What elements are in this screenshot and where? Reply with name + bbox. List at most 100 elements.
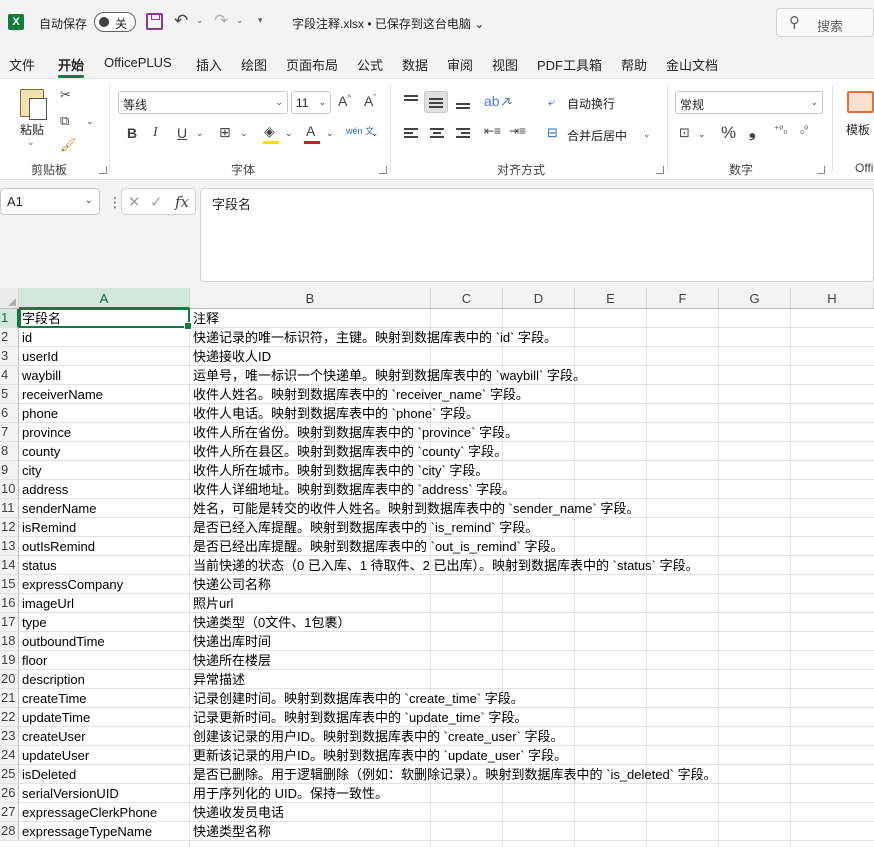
row-header[interactable]: 20 xyxy=(0,670,19,689)
borders-icon[interactable]: ⊞ xyxy=(219,124,231,141)
document-title[interactable]: 字段注释.xlsx • 已保存到这台电脑 ⌄ xyxy=(292,15,484,32)
cell-a11[interactable]: senderName xyxy=(19,499,96,518)
align-right-icon[interactable] xyxy=(456,128,470,140)
increase-decimal-icon[interactable]: ⁺⁰₀ xyxy=(774,125,787,136)
tab-view[interactable]: 视图 xyxy=(492,55,518,74)
row-header[interactable]: 17 xyxy=(0,613,19,632)
row-header[interactable]: 25 xyxy=(0,765,19,784)
cell-b12[interactable]: 是否已经入库提醒。映射到数据库表中的 `is_remind` 字段。 xyxy=(190,518,538,537)
template-button-label[interactable]: 模板 xyxy=(846,121,870,138)
column-header-d[interactable]: D xyxy=(503,288,575,309)
cell-a9[interactable]: city xyxy=(19,461,42,480)
cell-b2[interactable]: 快递记录的唯一标识符，主键。映射到数据库表中的 `id` 字段。 xyxy=(190,328,557,347)
more-options-icon[interactable]: ⋮ xyxy=(108,194,122,211)
tab-page-layout[interactable]: 页面布局 xyxy=(286,55,338,74)
fill-color-icon[interactable]: ◈ xyxy=(264,123,275,140)
cell-a24[interactable]: updateUser xyxy=(19,746,89,765)
tab-file[interactable]: 文件 xyxy=(9,55,35,74)
row-header[interactable]: 14 xyxy=(0,556,19,575)
row-header[interactable]: 13 xyxy=(0,537,19,556)
font-name-dropdown[interactable]: 等线 ⌄ xyxy=(118,91,288,114)
cell-b10[interactable]: 收件人详细地址。映射到数据库表中的 `address` 字段。 xyxy=(190,480,515,499)
row-header[interactable]: 24 xyxy=(0,746,19,765)
row-header[interactable]: 12 xyxy=(0,518,19,537)
align-left-icon[interactable] xyxy=(404,128,418,140)
row-header[interactable]: 9 xyxy=(0,461,19,480)
cell-a13[interactable]: outIsRemind xyxy=(19,537,95,556)
column-header-b[interactable]: B xyxy=(190,288,431,309)
tab-formulas[interactable]: 公式 xyxy=(357,55,383,74)
cell-a28[interactable]: expressageTypeName xyxy=(19,822,152,841)
column-header-a[interactable]: A xyxy=(19,288,190,309)
font-size-dropdown[interactable]: 11 ⌄ xyxy=(291,91,331,114)
spreadsheet-grid[interactable]: A B C D E F G H 1 字段名 注释 2 id 快递记录的唯一标识符，主键。映射到数据库表中的… xyxy=(0,288,874,847)
row-header[interactable]: 5 xyxy=(0,385,19,404)
undo-dropdown-icon[interactable]: ⌄ xyxy=(196,15,204,26)
row-header[interactable]: 3 xyxy=(0,347,19,366)
customize-qat-icon[interactable]: ▾ xyxy=(258,15,263,26)
row-header[interactable]: 11 xyxy=(0,499,19,518)
clipboard-launcher-icon[interactable] xyxy=(99,166,107,174)
cell-b18[interactable]: 快递出库时间 xyxy=(190,632,271,651)
tab-officeplus[interactable]: OfficePLUS xyxy=(104,55,172,70)
cell-b19[interactable]: 快递所在楼层 xyxy=(190,651,271,670)
tab-kingsoft-docs[interactable]: 金山文档 xyxy=(666,55,718,74)
alignment-launcher-icon[interactable] xyxy=(656,166,664,174)
row-header[interactable]: 18 xyxy=(0,632,19,651)
phonetic-dropdown-icon[interactable]: ⌄ xyxy=(371,128,379,139)
row-header[interactable]: 19 xyxy=(0,651,19,670)
align-center-icon[interactable] xyxy=(430,128,444,140)
borders-dropdown-icon[interactable]: ⌄ xyxy=(240,128,248,139)
increase-font-size-icon[interactable]: A^ xyxy=(338,93,351,109)
row-header[interactable]: 6 xyxy=(0,404,19,423)
row-header[interactable]: 8 xyxy=(0,442,19,461)
cell-b22[interactable]: 记录更新时间。映射到数据库表中的 `update_time` 字段。 xyxy=(190,708,527,727)
insert-function-icon[interactable]: fx xyxy=(175,193,189,211)
merge-center-icon[interactable]: ⊟ xyxy=(547,125,558,141)
row-header[interactable]: 28 xyxy=(0,822,19,841)
align-top-icon[interactable] xyxy=(404,95,418,107)
row-header[interactable]: 15 xyxy=(0,575,19,594)
cell-b16[interactable]: 照片url xyxy=(190,594,233,613)
percent-style-icon[interactable]: % xyxy=(721,123,736,143)
column-header-c[interactable]: C xyxy=(431,288,503,309)
cell-a7[interactable]: province xyxy=(19,423,71,442)
copy-dropdown-icon[interactable]: ⌄ xyxy=(86,116,94,127)
cell-a16[interactable]: imageUrl xyxy=(19,594,74,613)
cell-b15[interactable]: 快递公司名称 xyxy=(190,575,271,594)
autosave-toggle[interactable]: 关 xyxy=(94,12,136,32)
increase-indent-icon[interactable]: ⇥≡ xyxy=(509,124,526,138)
wrap-text-icon[interactable]: ⤶ xyxy=(548,94,555,110)
cell-a15[interactable]: expressCompany xyxy=(19,575,123,594)
save-icon[interactable] xyxy=(146,13,163,30)
row-header[interactable]: 1 xyxy=(0,309,19,328)
row-header[interactable]: 2 xyxy=(0,328,19,347)
cell-a5[interactable]: receiverName xyxy=(19,385,103,404)
row-header[interactable]: 27 xyxy=(0,803,19,822)
cell-b1[interactable]: 注释 xyxy=(190,309,219,328)
tab-home[interactable]: 开始 xyxy=(58,55,84,74)
undo-icon[interactable]: ↶ xyxy=(174,11,188,31)
row-header[interactable]: 4 xyxy=(0,366,19,385)
row-header[interactable]: 23 xyxy=(0,727,19,746)
cell-a21[interactable]: createTime xyxy=(19,689,87,708)
column-header-f[interactable]: F xyxy=(647,288,719,309)
column-header-h[interactable]: H xyxy=(791,288,874,309)
cancel-icon[interactable]: ✕ xyxy=(128,193,141,211)
format-painter-icon[interactable]: 🖌 xyxy=(60,137,77,153)
redo-icon[interactable]: ↷ xyxy=(214,11,228,31)
cell-a4[interactable]: waybill xyxy=(19,366,61,385)
enter-icon[interactable]: ✓ xyxy=(150,193,163,211)
cell-a2[interactable]: id xyxy=(19,328,32,347)
row-header[interactable]: 21 xyxy=(0,689,19,708)
cell-a18[interactable]: outboundTime xyxy=(19,632,105,651)
wrap-text-button[interactable]: 自动换行 xyxy=(567,95,615,112)
cell-a14[interactable]: status xyxy=(19,556,57,575)
tab-insert[interactable]: 插入 xyxy=(196,55,222,74)
comma-style-icon[interactable]: ❟ xyxy=(749,122,756,142)
search-box[interactable]: ⚲ 搜索 xyxy=(776,8,874,37)
cell-b6[interactable]: 收件人电话。映射到数据库表中的 `phone` 字段。 xyxy=(190,404,479,423)
formula-input[interactable]: 字段名 xyxy=(200,188,874,282)
cell-b7[interactable]: 收件人所在省份。映射到数据库表中的 `province` 字段。 xyxy=(190,423,518,442)
tab-help[interactable]: 帮助 xyxy=(621,55,647,74)
